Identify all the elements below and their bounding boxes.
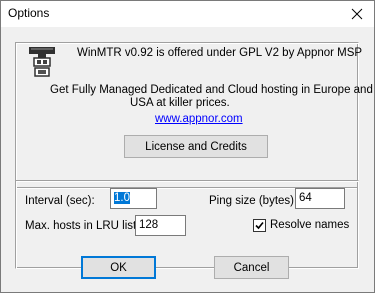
interval-label: Interval (sec):: [25, 195, 95, 207]
appnor-link[interactable]: www.appnor.com: [155, 113, 243, 125]
winmtr-logo-icon: [29, 47, 55, 77]
ping-size-value: 64: [299, 192, 312, 204]
ping-size-input[interactable]: 64: [295, 188, 345, 209]
ok-button[interactable]: OK: [81, 256, 156, 279]
max-hosts-label: Max. hosts in LRU list:: [25, 220, 140, 232]
dialog-body: WinMTR v0.92 is offered under GPL V2 by …: [1, 27, 374, 292]
max-hosts-input[interactable]: 128: [135, 215, 186, 236]
hosting-text-line2: USA at killer prices.: [130, 97, 230, 109]
license-text: WinMTR v0.92 is offered under GPL V2 by …: [77, 47, 363, 59]
resolve-names-checkbox[interactable]: [253, 219, 266, 232]
close-icon: [351, 8, 363, 20]
max-hosts-value: 128: [139, 219, 159, 231]
hosting-text-line1: Get Fully Managed Dedicated and Cloud ho…: [50, 84, 373, 96]
license-and-credits-button[interactable]: License and Credits: [124, 135, 268, 158]
options-dialog: Options WinMTR v0.92 is offered under GP…: [0, 0, 375, 293]
interval-input[interactable]: 1.0: [110, 188, 157, 209]
cancel-button[interactable]: Cancel: [214, 256, 289, 279]
interval-value: 1.0: [114, 192, 130, 204]
title-bar: Options: [1, 1, 374, 27]
close-button[interactable]: [342, 1, 372, 27]
checkmark-icon: [255, 221, 264, 230]
resolve-names-label[interactable]: Resolve names: [270, 219, 349, 231]
ping-size-label: Ping size (bytes):: [209, 195, 298, 207]
window-title: Options: [8, 6, 50, 20]
